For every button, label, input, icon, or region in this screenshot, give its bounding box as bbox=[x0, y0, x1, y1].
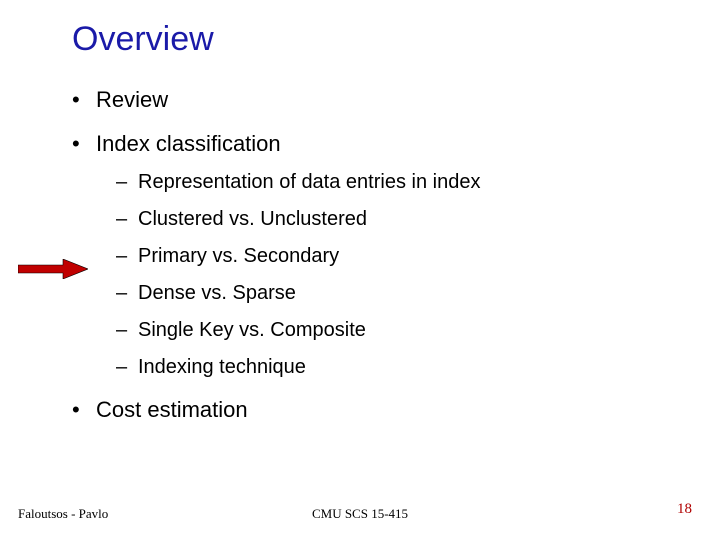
sub-text: Primary vs. Secondary bbox=[138, 245, 339, 267]
sub-item: Dense vs. Sparse bbox=[96, 282, 720, 305]
bullet-text: Index classification bbox=[96, 131, 281, 156]
sub-text: Clustered vs. Unclustered bbox=[138, 208, 367, 230]
bullet-index-classification: Index classification Representation of d… bbox=[72, 131, 720, 379]
sub-item: Single Key vs. Composite bbox=[96, 319, 720, 342]
sub-list: Representation of data entries in index … bbox=[96, 171, 720, 379]
sub-text: Single Key vs. Composite bbox=[138, 319, 366, 341]
sub-item: Primary vs. Secondary bbox=[96, 245, 720, 268]
sub-item: Representation of data entries in index bbox=[96, 171, 720, 194]
footer-center: CMU SCS 15-415 bbox=[312, 506, 408, 522]
sub-item: Indexing technique bbox=[96, 356, 720, 379]
bullet-cost-estimation: Cost estimation bbox=[72, 397, 720, 423]
sub-text: Representation of data entries in index bbox=[138, 171, 480, 193]
sub-text: Indexing technique bbox=[138, 356, 306, 378]
slide-title: Overview bbox=[72, 20, 720, 59]
bullet-text: Review bbox=[96, 87, 168, 112]
footer-left: Faloutsos - Pavlo bbox=[18, 506, 108, 522]
arrow-icon bbox=[18, 259, 88, 284]
footer-right: 18 bbox=[677, 501, 692, 518]
bullet-list: Review Index classification Representati… bbox=[72, 87, 720, 423]
slide: Overview Review Index classification Rep… bbox=[0, 0, 720, 540]
sub-item: Clustered vs. Unclustered bbox=[96, 208, 720, 231]
bullet-text: Cost estimation bbox=[96, 397, 248, 422]
bullet-review: Review bbox=[72, 87, 720, 113]
sub-text: Dense vs. Sparse bbox=[138, 282, 296, 304]
